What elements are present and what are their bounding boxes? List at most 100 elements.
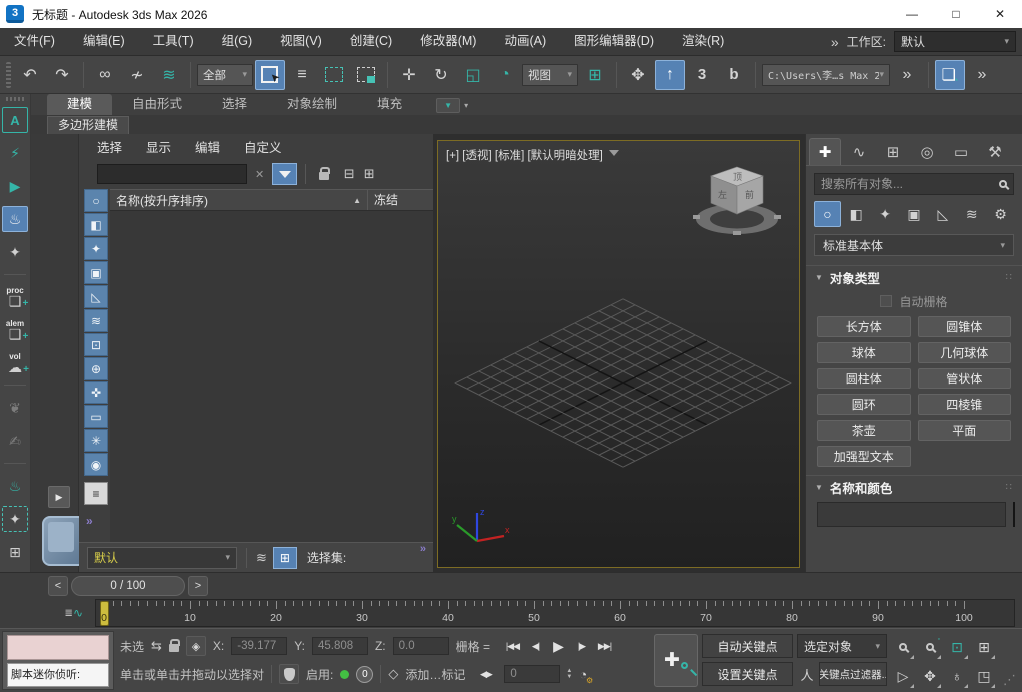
unlink-selection-icon[interactable]: ≁	[122, 60, 152, 90]
autosave-icon[interactable]: ❏◔	[935, 60, 965, 90]
reference-coord-dropdown[interactable]: 视图▾	[522, 64, 578, 86]
maximize-button[interactable]: □	[934, 0, 978, 28]
toggle-shapes-icon[interactable]: ◧	[84, 213, 108, 236]
view-cube[interactable]: 顶 左 前	[685, 153, 789, 245]
explorer-overflow-icon[interactable]: »	[420, 543, 425, 555]
ribbon-minimize-icon[interactable]: ▼	[436, 98, 460, 113]
next-frame-icon[interactable]: |▶	[570, 635, 593, 657]
angle-snap-icon[interactable]: b	[719, 60, 749, 90]
zoom-all-icon[interactable]: ▫	[917, 633, 943, 661]
select-object-icon[interactable]: ➤	[255, 60, 285, 90]
ribbon-tab[interactable]: 建模	[47, 94, 112, 115]
sort-hierarchy-icon[interactable]: ⊟	[339, 164, 359, 184]
toggle-groups-icon[interactable]: ⊡	[84, 333, 108, 356]
panel-flyout-button[interactable]: ▶	[48, 486, 70, 508]
filter-icon[interactable]	[272, 163, 297, 185]
crowd-icon[interactable]: ✍	[2, 428, 28, 454]
z-coordinate-field[interactable]: 0.0	[393, 637, 449, 655]
cat-cameras-icon[interactable]: ▣	[901, 201, 928, 227]
current-frame-field[interactable]: 0	[504, 665, 560, 683]
ribbon-tab[interactable]: 对象绘制	[267, 94, 357, 115]
cat-geometry-icon[interactable]: ○	[814, 201, 841, 227]
ribbon-panel-polygon-modeling[interactable]: 多边形建模	[47, 116, 129, 134]
tab-create[interactable]: ✚	[809, 138, 841, 165]
hierarchy-view-icon[interactable]: ⊞	[273, 547, 297, 569]
set-key-button[interactable]: 设置关键点	[702, 662, 793, 686]
adaptive-degradation-icon[interactable]	[279, 664, 299, 684]
keyboard-override-icon[interactable]: ↑	[655, 60, 685, 90]
listener-macro-pane[interactable]	[7, 635, 109, 660]
go-to-end-icon[interactable]: ▶▶|	[593, 635, 616, 657]
toolbar-more-icon[interactable]: »	[967, 60, 997, 90]
primitive-button[interactable]: 圆柱体	[817, 368, 911, 389]
cat-helpers-icon[interactable]: ◺	[929, 201, 956, 227]
menu-item[interactable]: 组(G)	[208, 28, 267, 55]
name-color-rollout[interactable]: ▼ 名称和颜色 ∷	[806, 475, 1022, 499]
column-frozen-header[interactable]: 冻结	[367, 190, 433, 210]
primitive-button[interactable]: 加强型文本	[817, 446, 911, 467]
cat-lights-icon[interactable]: ✦	[872, 201, 899, 227]
autogrid-checkbox[interactable]	[880, 295, 892, 307]
explorer-more-icon[interactable]: »	[86, 514, 92, 528]
time-tag-icon[interactable]: ◇	[388, 666, 398, 682]
close-button[interactable]: ✕	[978, 0, 1022, 28]
select-rotate-icon[interactable]: ↻	[426, 60, 456, 90]
primitive-button[interactable]: 管状体	[918, 368, 1012, 389]
toggle-cameras-icon[interactable]: ▣	[84, 261, 108, 284]
toggle-visibility-icon[interactable]: ◉	[84, 453, 108, 476]
primitive-button[interactable]: 长方体	[817, 316, 911, 337]
select-and-link-icon[interactable]: ∞	[90, 60, 120, 90]
window-crossing-icon[interactable]	[351, 60, 381, 90]
column-name-header[interactable]: 名称(按升序排序)	[110, 192, 347, 209]
y-coordinate-field[interactable]: 45.808	[312, 637, 368, 655]
left-toolbar-drag-handle[interactable]	[6, 97, 24, 101]
viewport-label[interactable]: [+] [透视] [标准] [默认明暗处理]	[446, 147, 603, 163]
layers-icon[interactable]: ≋	[256, 550, 267, 566]
selection-link-icon[interactable]: ⇆	[151, 638, 162, 654]
field-of-view-icon[interactable]: ▷	[890, 662, 916, 690]
menu-item[interactable]: 工具(T)	[139, 28, 208, 55]
tab-hierarchy[interactable]: ⊞	[877, 138, 909, 165]
select-and-place-icon[interactable]: ✥	[623, 60, 653, 90]
menu-item[interactable]: 编辑(E)	[69, 28, 139, 55]
play-icon[interactable]: ▶	[547, 635, 570, 657]
toggle-xrefs-icon[interactable]: ⊕	[84, 357, 108, 380]
listener-script-pane[interactable]: 脚本迷你侦听:	[7, 663, 109, 687]
scene-search-input[interactable]	[821, 177, 995, 191]
key-mode-toggle-icon[interactable]: ◀▶	[474, 663, 497, 685]
workspace-dropdown[interactable]: 默认 ▾	[894, 31, 1016, 52]
ribbon-tab[interactable]: 选择	[202, 94, 267, 115]
previous-frame-icon[interactable]: ◀|	[524, 635, 547, 657]
explorer-menu-item[interactable]: 选择	[85, 137, 134, 156]
explorer-menu-item[interactable]: 编辑	[183, 137, 232, 156]
viewport-filter-icon[interactable]	[609, 150, 619, 161]
undo-icon[interactable]: ↶	[15, 60, 45, 90]
go-to-start-icon[interactable]: |◀◀	[501, 635, 524, 657]
previous-frame-arrow-icon[interactable]: <	[48, 576, 68, 596]
zoom-extents-all-icon[interactable]: ⊞	[971, 633, 997, 661]
project-folder-dropdown[interactable]: C:\Users\李…s Max 2026▾	[762, 64, 890, 86]
orbit-icon[interactable]: ♁	[944, 662, 970, 690]
display-list-icon[interactable]: ≡	[84, 482, 108, 505]
menu-overflow-icon[interactable]: »	[831, 34, 839, 50]
zoom-icon[interactable]	[890, 633, 916, 661]
track-bar-ruler[interactable]: 0102030405060708090100	[95, 599, 1015, 627]
toolbar-drag-handle[interactable]	[6, 62, 11, 88]
primitive-button[interactable]: 平面	[918, 420, 1012, 441]
volume-icon[interactable]: vol☁+	[2, 350, 28, 376]
scene-search-field[interactable]	[814, 173, 1014, 195]
media-sequencer-icon[interactable]: ▶	[2, 173, 28, 199]
explorer-menu-item[interactable]: 显示	[134, 137, 183, 156]
menu-item[interactable]: 图形编辑器(D)	[560, 28, 668, 55]
zoom-extents-selected-icon[interactable]: ⊡	[944, 633, 970, 661]
render-presets-icon[interactable]: ♨	[2, 473, 28, 499]
toggle-spacewarps-icon[interactable]: ≋	[84, 309, 108, 332]
frame-spinner[interactable]: ▲▼	[566, 668, 572, 680]
script-editor-icon[interactable]: A	[2, 107, 28, 133]
menu-item[interactable]: 视图(V)	[266, 28, 336, 55]
viewcube-left-label[interactable]: 左	[718, 189, 727, 200]
notification-count-badge[interactable]: 0	[356, 666, 373, 683]
add-time-tag[interactable]: 添加…标记	[405, 666, 465, 683]
selection-filter-dropdown[interactable]: 全部▾	[197, 64, 253, 86]
viewcube-top-label[interactable]: 顶	[733, 172, 742, 182]
